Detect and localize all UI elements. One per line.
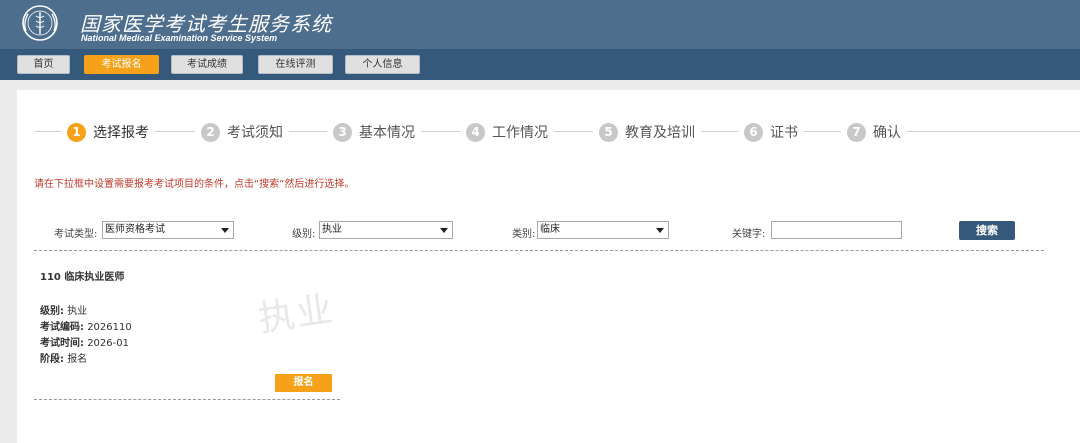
step-number: 7 [847,122,866,142]
step-select-exam: 1 选择报考 [61,122,155,142]
nav-exam-registration[interactable]: 考试报名 [84,55,159,74]
level-value: 执业 [322,224,342,235]
category-label: 类别: [512,229,536,240]
search-button[interactable]: 搜索 [959,221,1015,240]
step-certificate: 6 证书 [738,122,804,142]
step-number: 2 [201,122,220,142]
step-number: 3 [333,122,352,142]
exam-level-row: 级别: 执业 [40,302,87,317]
step-work-info: 4 工作情况 [460,122,554,142]
step-label: 证书 [770,125,798,141]
nav-online-assessment[interactable]: 在线评测 [258,55,333,74]
info-key: 级别: [40,306,64,317]
step-label: 确认 [873,125,901,141]
info-value: 报名 [67,354,88,365]
filter-divider [34,250,1044,251]
info-value: 2026-01 [87,338,129,349]
category-select[interactable]: 临床 [537,221,669,239]
category-value: 临床 [540,224,560,235]
nav-home[interactable]: 首页 [17,55,70,74]
step-confirm: 7 确认 [841,122,907,142]
instruction-notice: 请在下拉框中设置需要报考考试项目的条件，点击“搜索”然后进行选择。 [34,179,355,190]
main-nav: 首页 考试报名 考试成绩 在线评测 个人信息 [0,49,1080,80]
site-header: 国家医学考试考生服务系统 National Medical Examinatio… [0,0,1080,49]
step-basic-info: 3 基本情况 [327,122,421,142]
step-line [35,131,1080,132]
info-key: 考试编码: [40,322,84,333]
info-key: 考试时间: [40,338,84,349]
step-label: 基本情况 [359,125,415,141]
exam-stage-row: 阶段: 报名 [40,350,87,365]
step-number: 6 [744,122,763,142]
exam-time-row: 考试时间: 2026-01 [40,334,129,349]
step-number: 5 [599,122,618,142]
info-key: 阶段: [40,354,64,365]
step-indicator: 1 选择报考 2 考试须知 3 基本情况 4 工作情况 5 教育及培训 6 证书… [35,122,1080,142]
main-content: 1 选择报考 2 考试须知 3 基本情况 4 工作情况 5 教育及培训 6 证书… [17,90,1080,443]
keyword-input[interactable] [771,221,902,239]
step-label: 考试须知 [227,125,283,141]
chevron-down-icon [221,228,229,233]
exam-type-value: 医师资格考试 [105,224,165,235]
chevron-down-icon [440,228,448,233]
step-label: 选择报考 [93,125,149,141]
exam-code-row: 考试编码: 2026110 [40,318,132,333]
info-value: 2026110 [87,322,132,333]
exam-type-label: 考试类型: [54,229,98,240]
step-label: 工作情况 [492,125,548,141]
exam-type-select[interactable]: 医师资格考试 [102,221,234,239]
keyword-label: 关键字: [732,229,766,240]
nav-personal-info[interactable]: 个人信息 [345,55,420,74]
exam-title: 110 临床执业医师 [40,272,125,283]
level-label: 级别: [292,229,316,240]
step-exam-notice: 2 考试须知 [195,122,289,142]
step-number: 1 [67,122,86,142]
level-watermark: 执业 [256,288,337,341]
emblem-logo-icon [22,5,58,41]
nav-exam-results[interactable]: 考试成绩 [171,55,243,74]
step-number: 4 [466,122,485,142]
card-divider [34,399,340,400]
step-label: 教育及培训 [625,125,695,141]
chevron-down-icon [656,228,664,233]
register-button[interactable]: 报名 [275,374,332,392]
level-select[interactable]: 执业 [319,221,453,239]
step-education-training: 5 教育及培训 [593,122,701,142]
site-subtitle: National Medical Examination Service Sys… [81,33,278,43]
info-value: 执业 [67,306,88,317]
